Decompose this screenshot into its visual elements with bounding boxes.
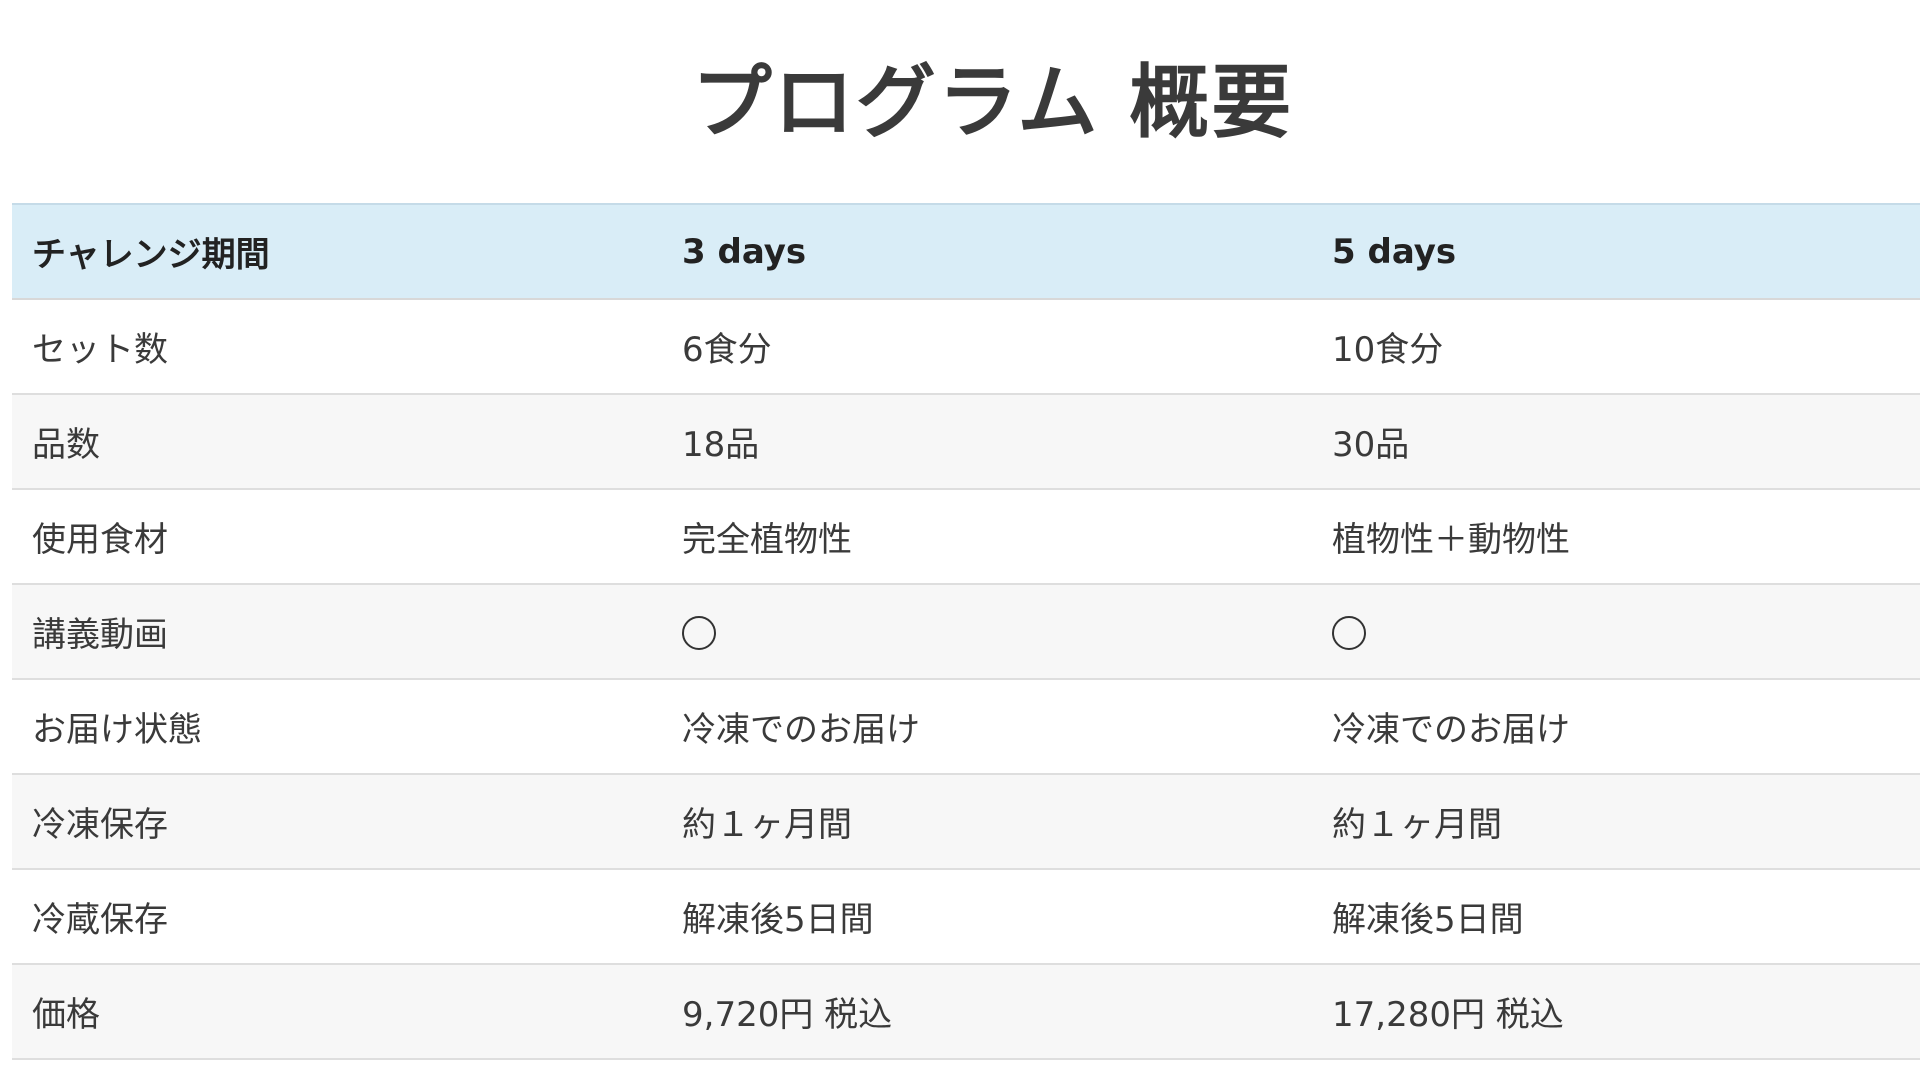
cell-3-days: 解凍後5日間 xyxy=(662,869,1312,965)
row-label: 冷蔵保存 xyxy=(12,869,662,965)
header-5-days: 5 days xyxy=(1312,204,1920,300)
cell-5-days: 17,280円 税込 xyxy=(1312,964,1920,1060)
cell-3-days: 冷凍でのお届け xyxy=(662,679,1312,775)
table-row: お届け状態 冷凍でのお届け 冷凍でのお届け xyxy=(12,679,1920,775)
header-challenge-period: チャレンジ期間 xyxy=(12,204,662,300)
table-body: セット数 6食分 10食分 品数 18品 30品 使用食材 完全植物性 植物性＋… xyxy=(12,299,1920,1060)
program-overview-page: プログラム 概要 チャレンジ期間 3 days 5 days セット数 6食分 … xyxy=(0,0,1920,1080)
circle-icon xyxy=(682,616,716,650)
table-header-row: チャレンジ期間 3 days 5 days xyxy=(12,204,1920,300)
row-label: 品数 xyxy=(12,394,662,490)
cell-5-days: 30品 xyxy=(1312,394,1920,490)
cell-3-days: 9,720円 税込 xyxy=(662,964,1312,1060)
cell-5-days: 植物性＋動物性 xyxy=(1312,489,1920,585)
table-row: 冷蔵保存 解凍後5日間 解凍後5日間 xyxy=(12,869,1920,965)
row-label: 講義動画 xyxy=(12,584,662,680)
table-header: チャレンジ期間 3 days 5 days xyxy=(12,204,1920,300)
cell-5-days xyxy=(1312,584,1920,680)
row-label: 冷凍保存 xyxy=(12,774,662,870)
cell-5-days: 冷凍でのお届け xyxy=(1312,679,1920,775)
cell-5-days: 約１ヶ月間 xyxy=(1312,774,1920,870)
table-row: 冷凍保存 約１ヶ月間 約１ヶ月間 xyxy=(12,774,1920,870)
row-label: お届け状態 xyxy=(12,679,662,775)
cell-3-days xyxy=(662,584,1312,680)
cell-3-days: 完全植物性 xyxy=(662,489,1312,585)
program-comparison-table: チャレンジ期間 3 days 5 days セット数 6食分 10食分 品数 1… xyxy=(12,203,1920,1060)
circle-icon xyxy=(1332,616,1366,650)
cell-3-days: 約１ヶ月間 xyxy=(662,774,1312,870)
header-3-days: 3 days xyxy=(662,204,1312,300)
cell-3-days: 18品 xyxy=(662,394,1312,490)
table-row: 品数 18品 30品 xyxy=(12,394,1920,490)
row-label: 価格 xyxy=(12,964,662,1060)
row-label: セット数 xyxy=(12,299,662,395)
row-label: 使用食材 xyxy=(12,489,662,585)
table-row: 価格 9,720円 税込 17,280円 税込 xyxy=(12,964,1920,1060)
page-title: プログラム 概要 xyxy=(691,56,1294,149)
table-row: セット数 6食分 10食分 xyxy=(12,299,1920,395)
program-table-container: チャレンジ期間 3 days 5 days セット数 6食分 10食分 品数 1… xyxy=(12,203,1920,1060)
table-row: 講義動画 xyxy=(12,584,1920,680)
cell-5-days: 解凍後5日間 xyxy=(1312,869,1920,965)
cell-5-days: 10食分 xyxy=(1312,299,1920,395)
table-row: 使用食材 完全植物性 植物性＋動物性 xyxy=(12,489,1920,585)
cell-3-days: 6食分 xyxy=(662,299,1312,395)
